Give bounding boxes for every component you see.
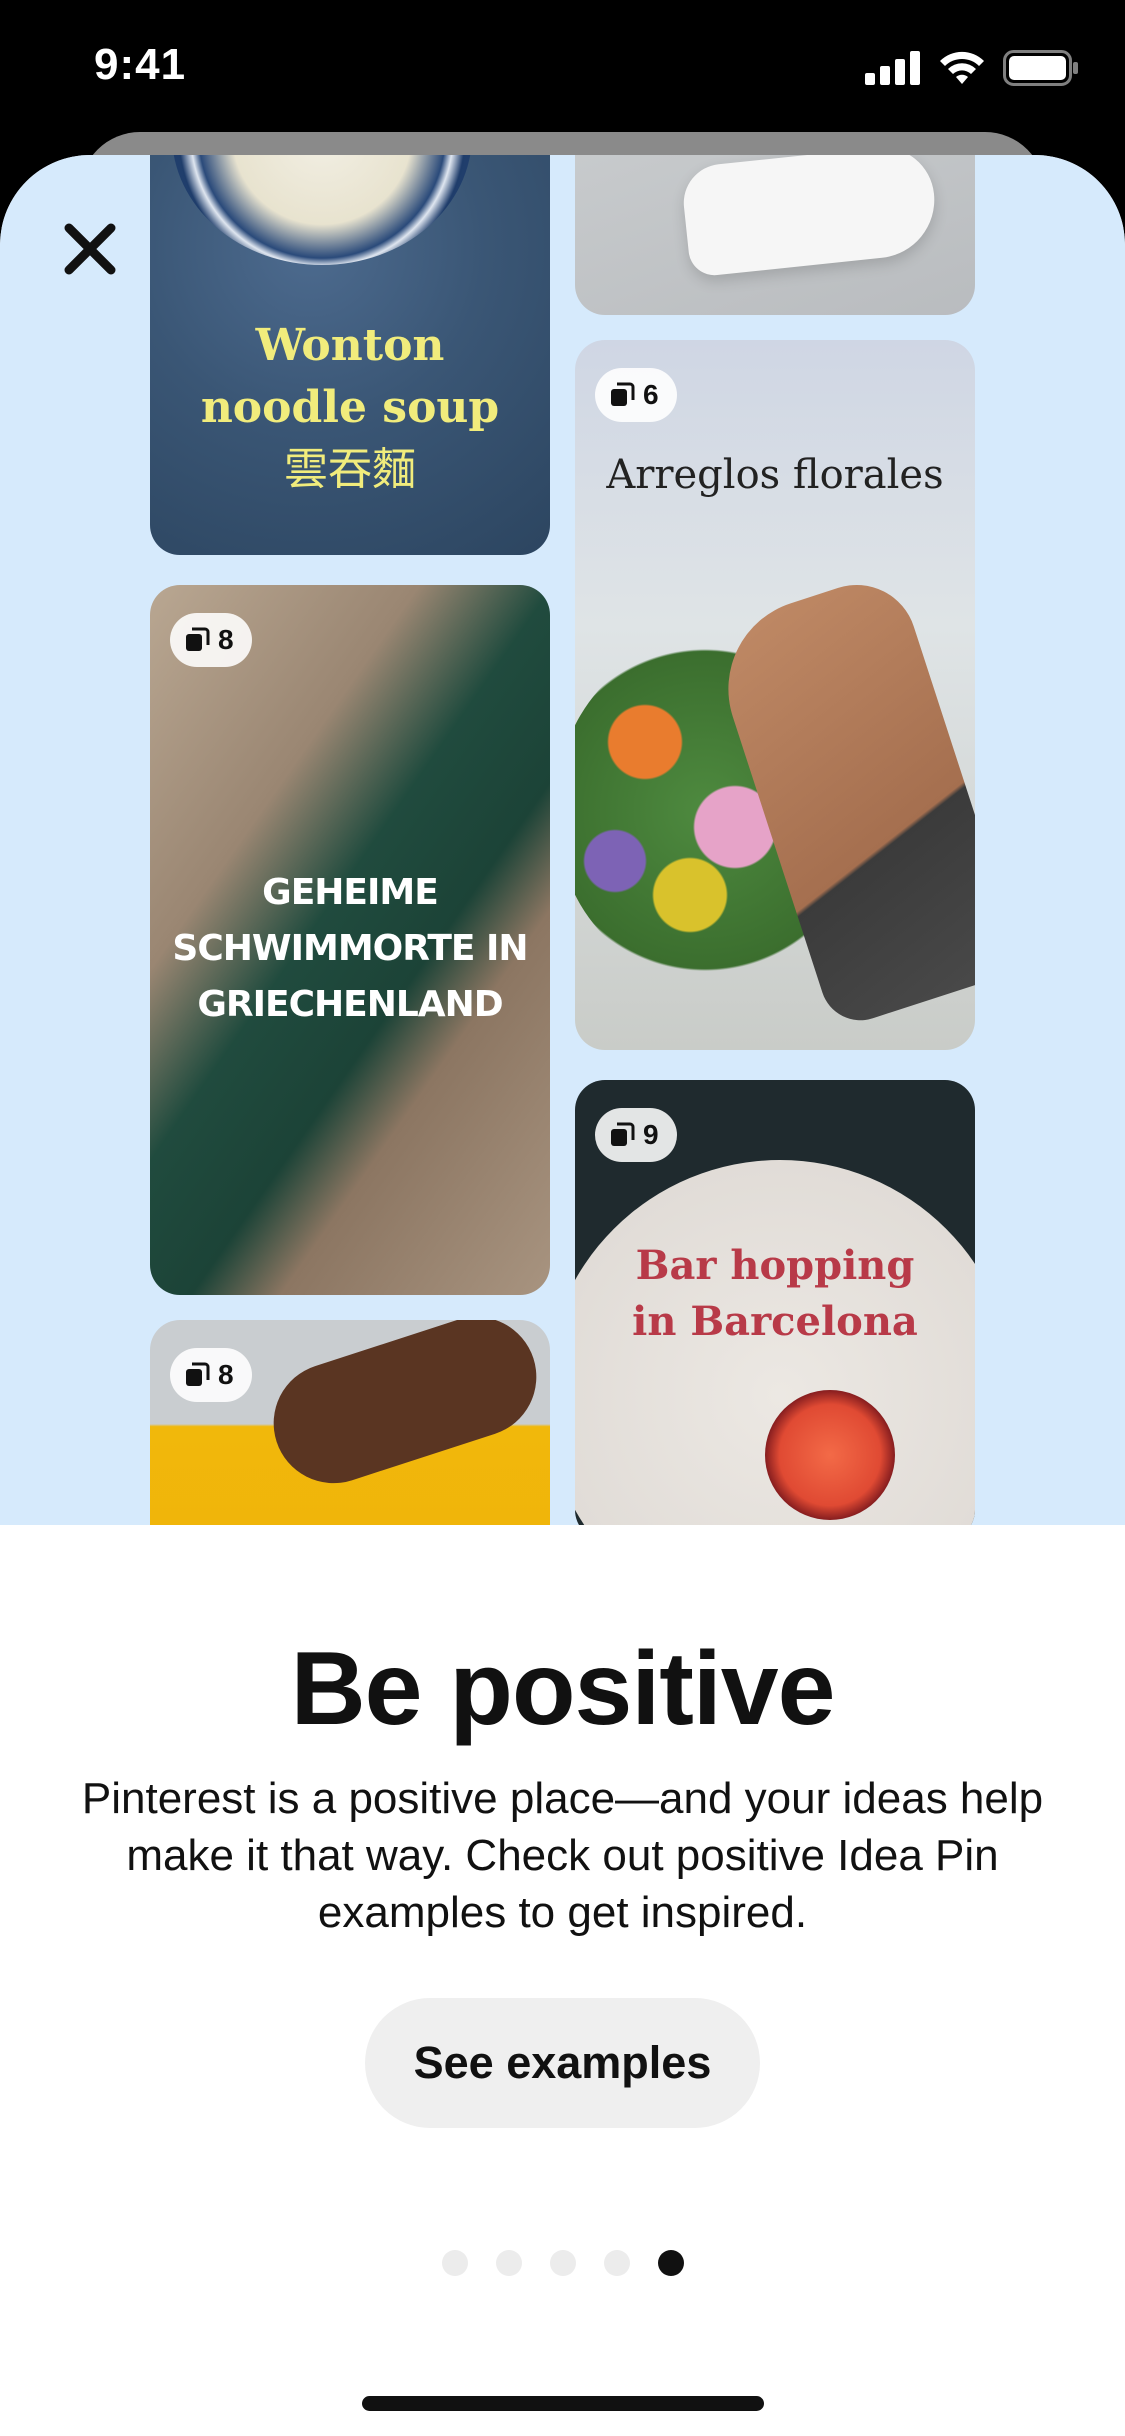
pin-title-line: Wonton [255,320,445,371]
pagination-dots [0,2250,1125,2276]
description: Pinterest is a positive place—and your i… [81,1774,1044,1937]
pages-icon [186,627,210,651]
shoe-image [679,155,941,278]
pin-title-line: 雲吞麵 [284,444,416,495]
pages-icon [611,382,635,406]
pagination-dot[interactable] [603,2250,630,2276]
bowl-image [172,155,472,265]
pin-wonton[interactable]: Wonton noodle soup 雲吞麵 [150,155,550,555]
pin-title: Arreglos florales [606,452,944,498]
wifi-icon [940,51,984,84]
pagination-dot[interactable] [441,2250,468,2276]
hero-collage: Wonton noodle soup 雲吞麵 6 Arreglos floral… [0,155,1125,1525]
pin-title: Wonton noodle soup 雲吞麵 [150,315,550,501]
pin-shoes[interactable] [575,155,975,315]
page-count-badge: 8 [170,1348,252,1402]
pagination-dot[interactable] [495,2250,522,2276]
signal-icon [865,51,920,85]
pagination-dot-active[interactable] [657,2250,684,2276]
close-icon [64,223,116,275]
page-count: 8 [218,624,234,655]
page-count-badge: 8 [170,613,252,667]
pin-title: GEHEIME SCHWIMMORTE IN GRIECHENLAND [150,865,550,1033]
status-time: 9:41 [94,40,187,89]
page-count: 8 [218,1359,234,1390]
page-count-badge: 9 [595,1108,677,1162]
status-icons [865,50,1079,86]
pagination-dot[interactable] [549,2250,576,2276]
pin-title-line: in Barcelona [632,1298,918,1345]
page-count: 9 [643,1119,659,1150]
pin-title-line: GEHEIME [262,872,439,913]
home-indicator[interactable] [362,2396,764,2411]
pin-bar-hopping[interactable]: 9 Bar hopping in Barcelona [575,1080,975,1525]
battery-icon [1003,50,1078,86]
pin-title-line: Bar hopping [635,1242,915,1289]
close-button[interactable] [48,207,132,291]
pages-icon [611,1122,635,1146]
page-count-badge: 6 [595,368,677,422]
pin-greek-swim-spots[interactable]: 8 GEHEIME SCHWIMMORTE IN GRIECHENLAND [150,585,550,1295]
pin-flowers[interactable]: 6 Arreglos florales [575,340,975,1050]
pin-title-line: SCHWIMMORTE IN [172,928,528,969]
screen: 9:41 Wonton noodle soup 雲吞麵 6 Arreglos f… [0,0,1125,2436]
pin-hand[interactable]: 8 [150,1320,550,1525]
cocktail-image [765,1390,895,1520]
status-bar: 9:41 [0,0,1125,132]
page-title: Be positive [290,1631,836,1747]
pin-title-line: GRIECHENLAND [197,984,503,1025]
hand-image [258,1320,550,1499]
pages-icon [186,1362,210,1386]
see-examples-button[interactable]: See examples [365,1998,760,2128]
page-count: 6 [643,379,659,410]
pin-title-line: noodle soup [200,382,500,433]
pin-title: Bar hopping in Barcelona [575,1238,975,1350]
